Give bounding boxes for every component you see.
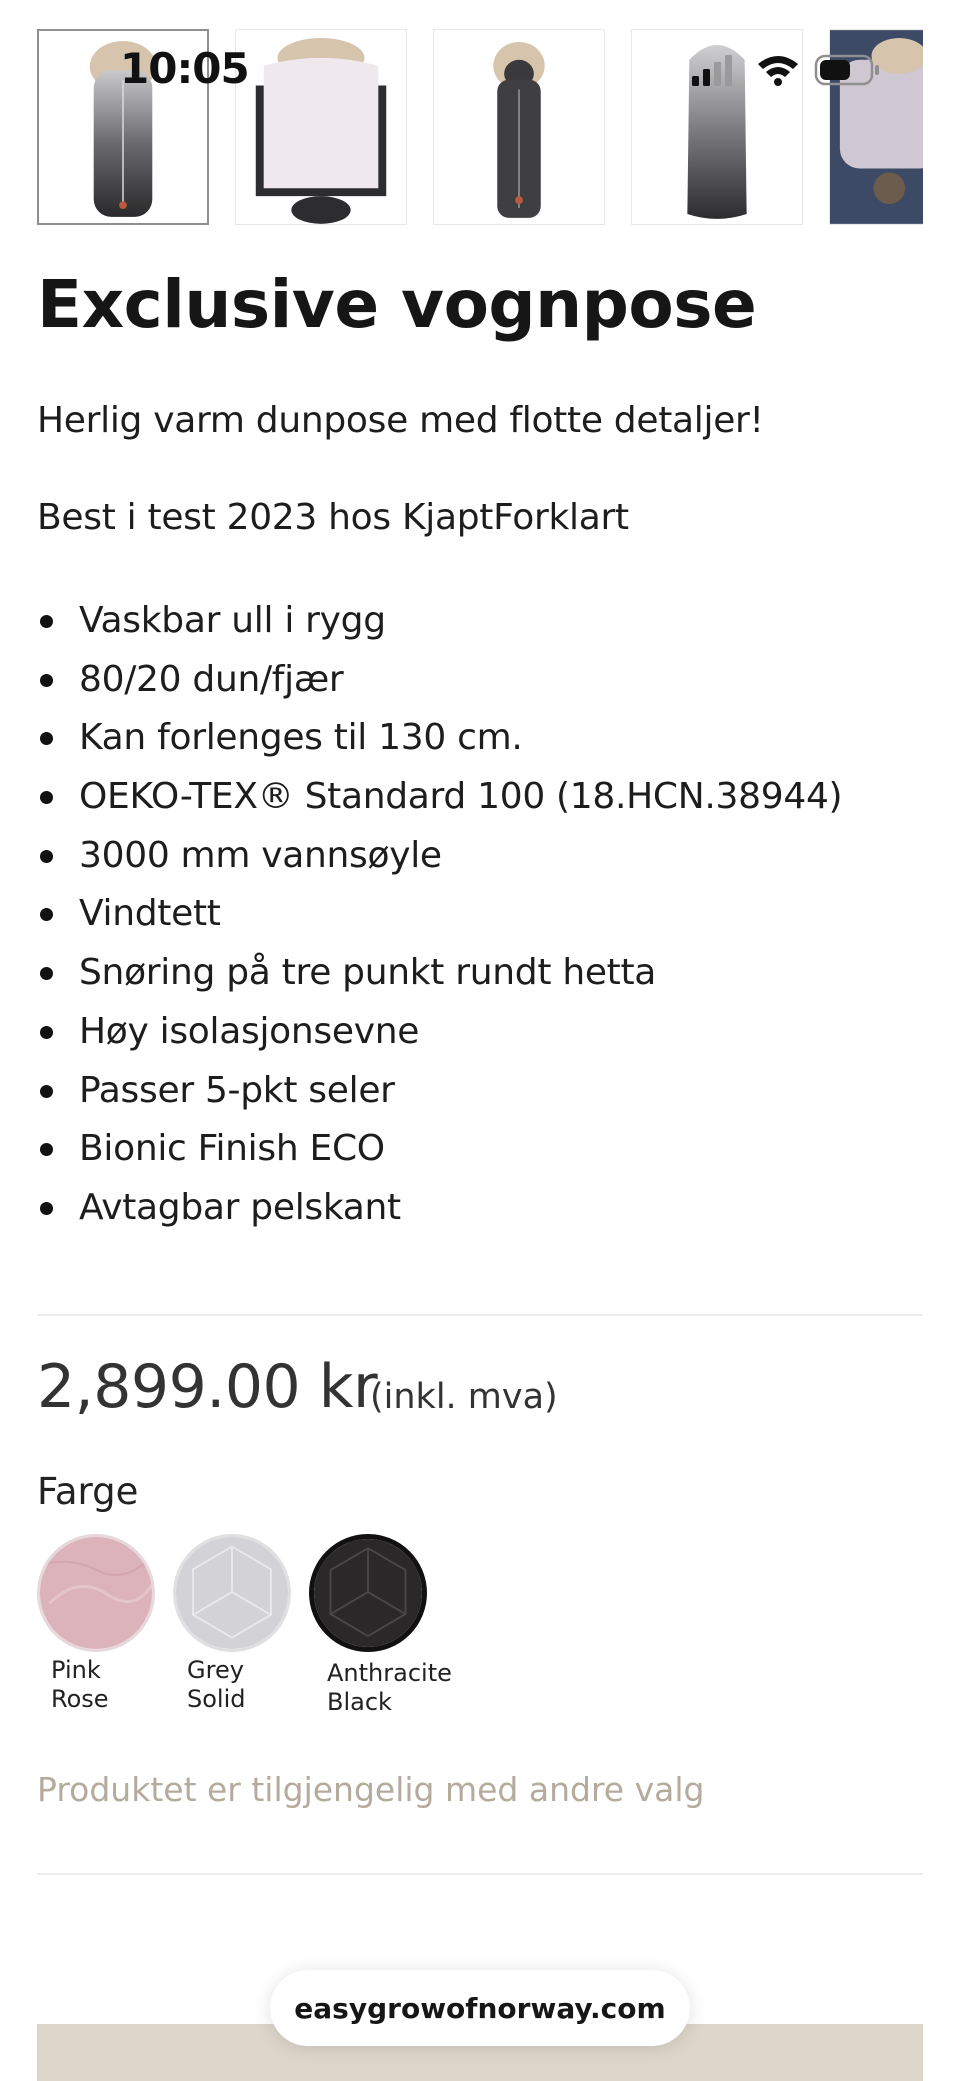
color-name-grey-solid: Grey Solid (187, 1656, 246, 1713)
battery-icon (814, 54, 879, 86)
color-swatch-pink-rose[interactable] (37, 1534, 155, 1652)
feature-item: Passer 5-pkt seler (37, 1062, 842, 1121)
feature-item: Høy isolasjonsevne (37, 1003, 842, 1062)
section-divider (37, 1314, 923, 1316)
browser-address-bar[interactable]: easygrowofnorway.com (270, 1970, 690, 2046)
pink-quilt-texture (40, 1537, 152, 1649)
color-swatch-anthracite-black[interactable] (309, 1534, 427, 1652)
product-award: Best i test 2023 hos KjaptForklart (37, 497, 629, 538)
grey-quilt-texture (176, 1537, 288, 1649)
color-swatch-grey-solid[interactable] (173, 1534, 291, 1652)
feature-item: Snøring på tre punkt rundt hetta (37, 944, 842, 1003)
color-label: Farge (37, 1470, 139, 1513)
price-tax-note: (inkl. mva) (370, 1377, 558, 1417)
feature-item: 3000 mm vannsøyle (37, 827, 842, 886)
bullet-icon (40, 849, 53, 863)
feature-item: 80/20 dun/fjær (37, 651, 842, 710)
footmuff-open-image (255, 38, 387, 224)
cellular-signal-icon (692, 55, 732, 86)
thumbnail-hood[interactable] (433, 29, 605, 225)
bullet-icon (40, 615, 53, 628)
feature-item: Vindtett (37, 885, 842, 944)
bullet-icon (40, 967, 53, 981)
bullet-icon (40, 673, 53, 687)
wifi-icon (758, 56, 798, 86)
color-name-anthracite-black: Anthracite Black (327, 1659, 452, 1716)
color-name-pink-rose: Pink Rose (51, 1656, 109, 1713)
status-time: 10:05 (120, 44, 250, 93)
feature-item: OEKO-TEX® Standard 100 (18.HCN.38944) (37, 768, 843, 827)
product-tagline: Herlig varm dunpose med flotte detaljer! (37, 400, 764, 441)
thumbnail-open[interactable] (235, 29, 407, 225)
product-title: Exclusive vognpose (37, 266, 757, 343)
status-icons (692, 54, 879, 86)
url-text: easygrowofnorway.com (294, 1991, 666, 2025)
black-quilt-texture (314, 1539, 422, 1647)
availability-note: Produktet er tilgjengelig med andre valg (37, 1770, 705, 1809)
bullet-icon (40, 1201, 53, 1215)
feature-item: Bionic Finish ECO (37, 1120, 842, 1179)
feature-item: Kan forlenges til 130 cm. (37, 709, 842, 768)
bullet-icon (40, 908, 53, 922)
feature-item: Vaskbar ull i rygg (37, 592, 842, 651)
feature-item: Avtagbar pelskant (37, 1179, 842, 1238)
feature-list: Vaskbar ull i rygg 80/20 dun/fjær Kan fo… (37, 592, 843, 1238)
bullet-icon (40, 732, 53, 746)
bullet-icon (40, 1025, 53, 1039)
section-divider-bottom (37, 1873, 923, 1875)
footmuff-hood-image (493, 42, 545, 218)
bullet-icon (40, 1143, 53, 1157)
bullet-icon (40, 791, 53, 805)
product-price: 2,899.00 kr (37, 1352, 378, 1422)
bullet-icon (40, 1084, 53, 1098)
